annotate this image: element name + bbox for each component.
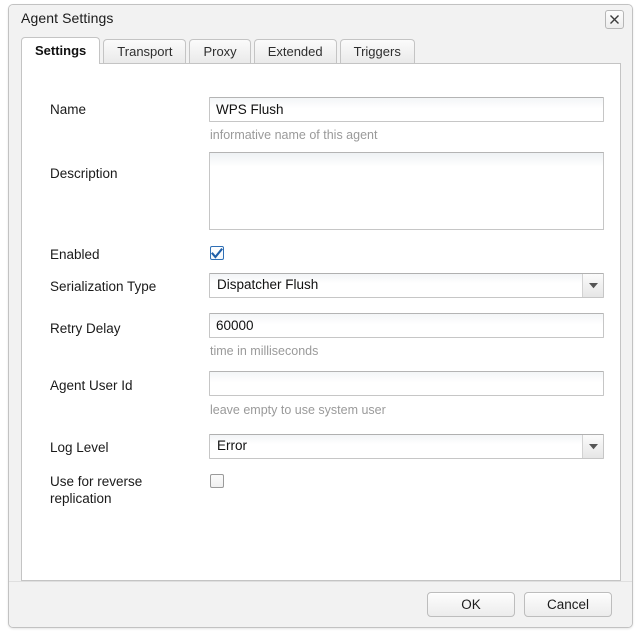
agent-settings-dialog: Agent Settings Settings Transport Proxy …	[8, 4, 633, 628]
serialization-type-select[interactable]: Dispatcher Flush	[209, 273, 604, 298]
log-level-value: Error	[217, 438, 247, 453]
cancel-button[interactable]: Cancel	[524, 592, 612, 617]
tab-proxy[interactable]: Proxy	[189, 39, 250, 64]
agent-user-id-label: Agent User Id	[50, 377, 210, 394]
tab-bar: Settings Transport Proxy Extended Trigge…	[21, 37, 621, 64]
check-icon	[211, 247, 223, 265]
log-level-select[interactable]: Error	[209, 434, 604, 459]
log-level-dropdown-button[interactable]	[582, 435, 603, 458]
name-input[interactable]	[209, 97, 604, 122]
checkbox-box	[210, 474, 224, 488]
ok-button[interactable]: OK	[427, 592, 515, 617]
serialization-type-value: Dispatcher Flush	[217, 277, 318, 292]
enabled-label: Enabled	[50, 246, 210, 263]
dialog-titlebar: Agent Settings	[9, 5, 632, 33]
close-button[interactable]	[605, 10, 624, 29]
enabled-checkbox[interactable]	[210, 246, 224, 260]
tab-bar-filler	[418, 39, 621, 64]
dialog-title: Agent Settings	[21, 10, 113, 26]
description-label: Description	[50, 165, 210, 182]
tab-extended[interactable]: Extended	[254, 39, 337, 64]
tab-triggers[interactable]: Triggers	[340, 39, 415, 64]
retry-delay-input[interactable]	[209, 313, 604, 338]
tab-transport[interactable]: Transport	[103, 39, 186, 64]
serialization-type-dropdown-button[interactable]	[582, 274, 603, 297]
reverse-replication-checkbox[interactable]	[210, 474, 224, 488]
settings-tab-panel: Name informative name of this agent Desc…	[21, 63, 621, 581]
reverse-replication-label: Use for reverse replication	[50, 473, 170, 507]
agent-user-id-hint: leave empty to use system user	[210, 403, 386, 417]
dialog-footer: OK Cancel	[9, 581, 632, 627]
retry-delay-hint: time in milliseconds	[210, 344, 318, 358]
retry-delay-label: Retry Delay	[50, 320, 210, 337]
tab-settings[interactable]: Settings	[21, 37, 100, 64]
agent-settings-form: Name informative name of this agent Desc…	[22, 64, 620, 580]
description-textarea[interactable]	[209, 152, 604, 230]
serialization-type-label: Serialization Type	[50, 278, 210, 295]
agent-user-id-input[interactable]	[209, 371, 604, 396]
log-level-label: Log Level	[50, 439, 210, 456]
name-label: Name	[50, 101, 210, 118]
name-hint: informative name of this agent	[210, 128, 377, 142]
